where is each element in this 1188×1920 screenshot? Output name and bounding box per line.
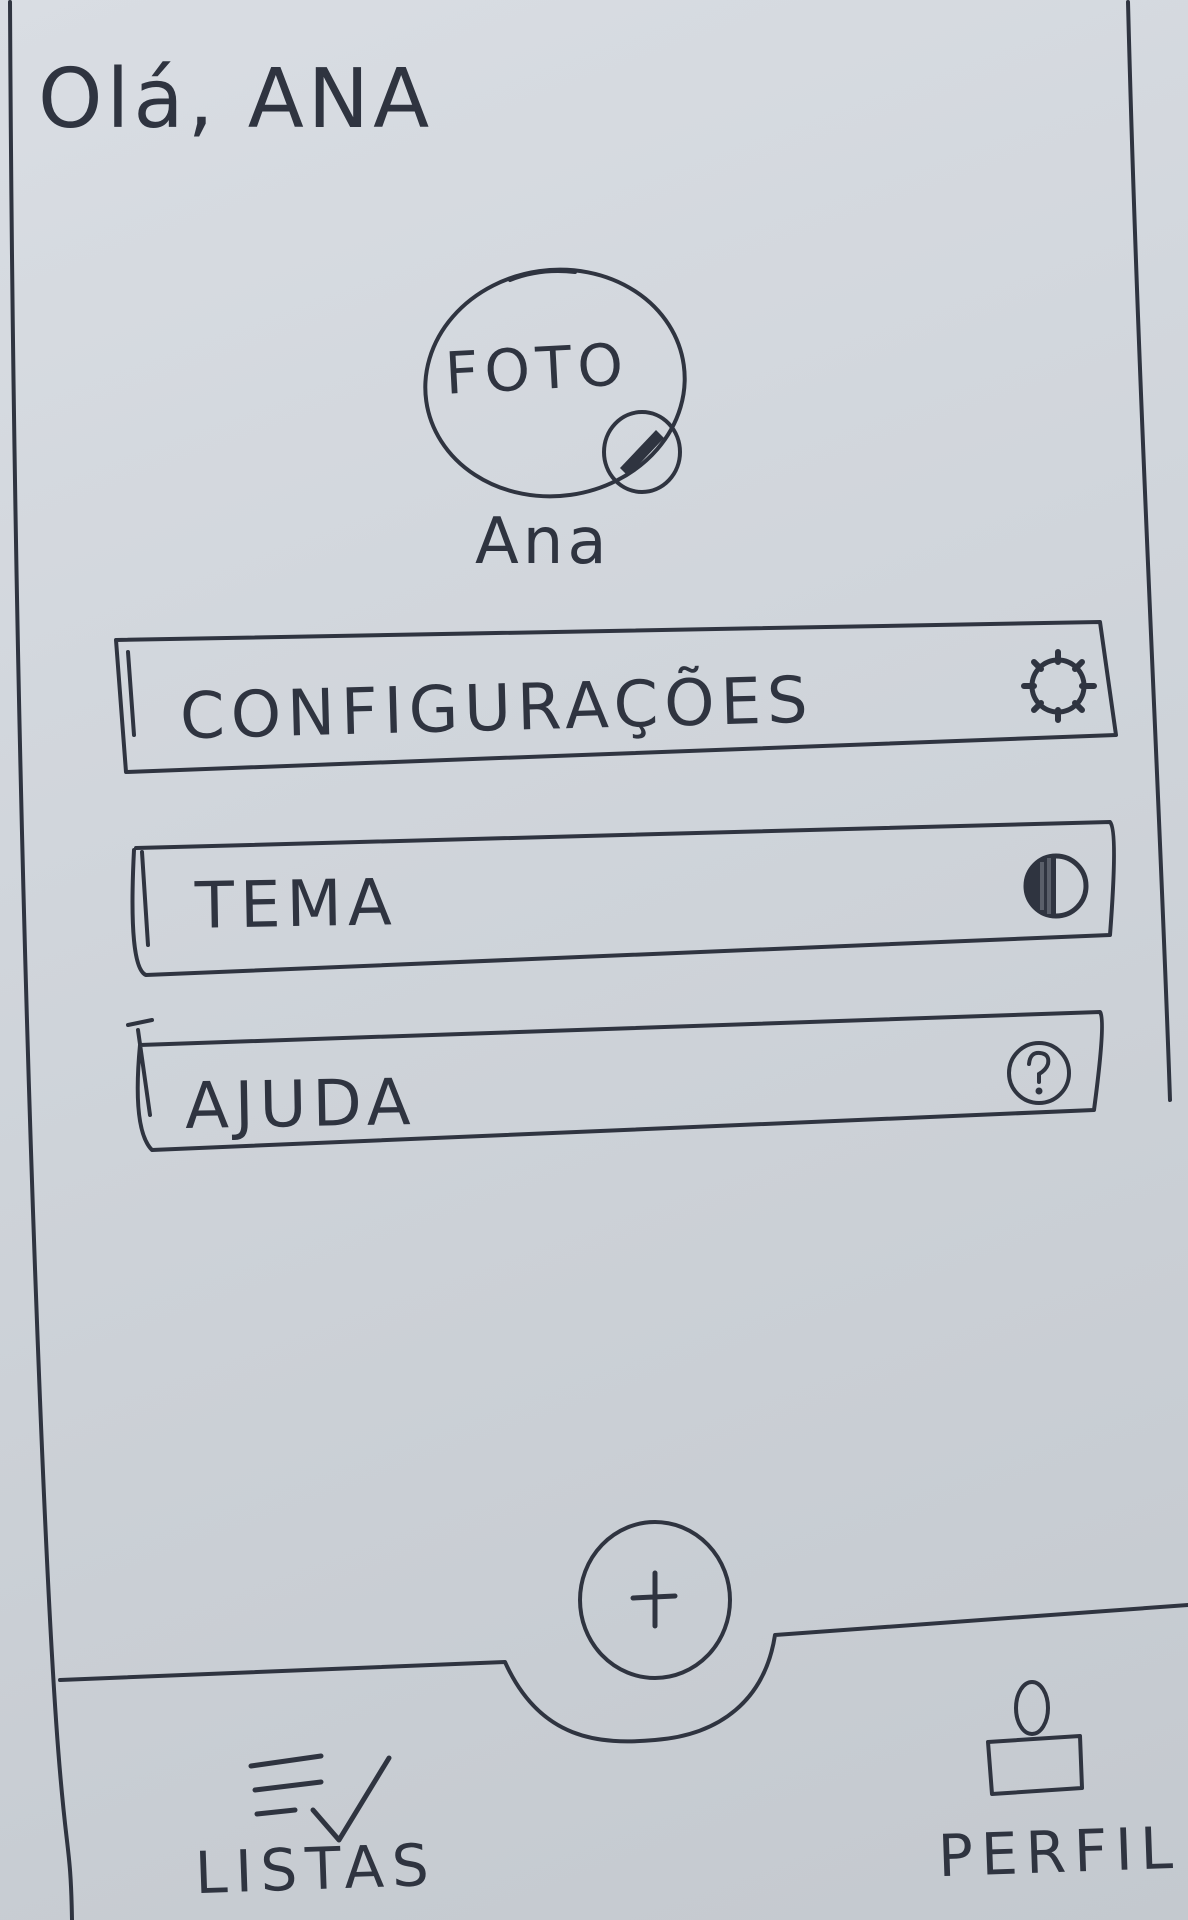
phone-frame-left [8, 0, 74, 1920]
menu-item-tema-label: TEMA [194, 866, 399, 944]
gear-icon [1021, 649, 1097, 723]
photo-placeholder-label: FOTO [443, 330, 631, 408]
greeting-title: Olá, ANA [38, 52, 434, 147]
phone-frame-right [1126, 0, 1172, 1102]
nav-item-perfil-label: PERFIL [936, 1813, 1182, 1891]
plus-icon [630, 1570, 678, 1629]
menu-item-ajuda-label: AJUDA [184, 1065, 418, 1145]
nav-item-listas-label: LISTAS [193, 1830, 438, 1908]
edit-photo-button[interactable] [598, 408, 686, 496]
user-name: Ana [475, 505, 611, 579]
pencil-icon [602, 410, 682, 494]
help-icon [1007, 1041, 1071, 1105]
user-icon [986, 1680, 1084, 1796]
add-button[interactable] [575, 1518, 735, 1678]
theme-icon [1023, 853, 1089, 919]
